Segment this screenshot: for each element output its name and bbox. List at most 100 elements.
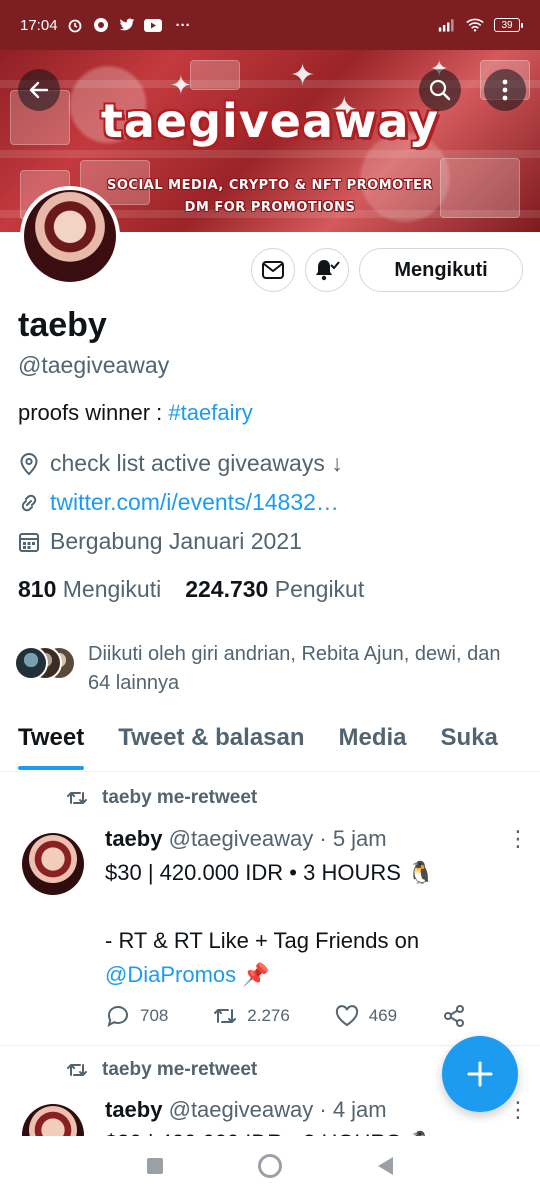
system-nav-bar	[0, 1136, 540, 1200]
message-button[interactable]	[251, 248, 295, 292]
triangle-back-icon	[377, 1156, 393, 1175]
tweet-text: $30 | 420.000 IDR • 3 HOURS 🐧 - RT & RT …	[105, 856, 515, 992]
tweet-more-button[interactable]: ⋮	[507, 1097, 529, 1123]
like-button[interactable]: 469	[335, 1005, 397, 1027]
vertical-dots-icon	[502, 79, 508, 101]
profile-bio: proofs winner : #taefairy	[18, 400, 253, 426]
tweet-author-handle: @taegiveaway	[168, 826, 314, 851]
share-button[interactable]	[442, 1004, 466, 1028]
reply-count: 708	[140, 1006, 169, 1025]
compose-tweet-button[interactable]	[442, 1036, 518, 1112]
followers-label: Pengikut	[274, 576, 365, 602]
tweet-header: taeby @taegiveaway · 5 jam	[105, 826, 387, 852]
followers-stat[interactable]: 224.730 Pengikut	[185, 576, 364, 603]
sparkle-icon: ✦	[290, 59, 316, 92]
status-time: 17:04	[20, 16, 58, 34]
envelope-icon	[262, 261, 284, 279]
retweet-count: 2.276	[247, 1006, 290, 1025]
following-button[interactable]: Mengikuti	[359, 248, 523, 292]
notifications-button[interactable]	[305, 248, 349, 292]
tweet-mention-link[interactable]: @DiaPromos	[105, 962, 236, 987]
square-icon	[147, 1157, 164, 1174]
youtube-icon	[143, 16, 162, 34]
retweet-icon	[214, 1009, 237, 1023]
following-label: Mengikuti	[62, 576, 162, 602]
location-text: check list active giveaways ↓	[50, 450, 343, 476]
mutual-avatar	[14, 646, 48, 680]
tweet-line: $30 | 420.000 IDR • 3 HOURS 🐧	[105, 860, 435, 885]
banner-shelf	[0, 150, 540, 158]
tab-tweet-replies[interactable]: Tweet & balasan	[118, 716, 304, 771]
location-pin-icon	[20, 452, 38, 475]
retweet-indicator: taeby me-retweet	[66, 1059, 257, 1081]
website-link[interactable]: twitter.com/i/events/14832…	[50, 489, 339, 516]
profile-website: twitter.com/i/events/14832…	[18, 489, 339, 516]
followed-by[interactable]: Diikuti oleh giri andrian, Rebita Ajun, …	[14, 640, 524, 698]
tweet-mention-suffix: 📌	[236, 962, 270, 987]
tab-media[interactable]: Media	[339, 716, 407, 771]
tweet-text: $30 | 420.000 IDR • 3 HOURS 🐧	[105, 1126, 515, 1136]
retweet-icon	[67, 1064, 87, 1076]
tweet-line: - RT & RT Like + Tag Friends on	[105, 928, 420, 953]
tweet-actions: 708 2.276 469	[106, 1004, 466, 1028]
joined-text: Bergabung Januari 2021	[50, 528, 302, 554]
retweet-button[interactable]: 2.276	[213, 1006, 290, 1026]
reply-button[interactable]: 708	[106, 1005, 168, 1027]
home-button[interactable]	[257, 1153, 283, 1184]
tweet-author-name: taeby	[105, 1097, 163, 1122]
signal-icon	[438, 16, 456, 34]
following-count: 810	[18, 576, 57, 602]
like-count: 469	[368, 1006, 398, 1025]
retweet-label: taeby me-retweet	[102, 787, 258, 808]
profile-tabs: Tweet Tweet & balasan Media Suka	[0, 716, 540, 772]
bio-text: proofs winner :	[18, 400, 169, 425]
profile-name: taeby	[18, 306, 107, 344]
recents-button[interactable]	[146, 1157, 164, 1180]
tweet-header: taeby @taegiveaway · 4 jam	[105, 1097, 387, 1123]
wifi-icon	[466, 16, 484, 34]
plus-icon	[467, 1061, 493, 1087]
circle-home-icon	[257, 1153, 282, 1178]
tweet-time: · 4 jam	[319, 1097, 387, 1122]
search-icon	[429, 79, 451, 101]
tweet-avatar[interactable]	[22, 833, 84, 895]
retweet-icon	[67, 792, 87, 804]
search-button[interactable]	[419, 69, 461, 111]
status-bar: 17:04 ··· 39	[0, 0, 540, 50]
link-icon	[21, 494, 37, 511]
chrome-icon	[92, 16, 110, 34]
profile-location: check list active giveaways ↓	[18, 450, 343, 477]
back-arrow-icon	[29, 81, 49, 99]
more-options-button[interactable]	[484, 69, 526, 111]
heart-icon	[335, 1005, 358, 1027]
back-button[interactable]	[18, 69, 60, 111]
following-stat[interactable]: 810 Mengikuti	[18, 576, 161, 603]
twitter-icon	[118, 16, 136, 34]
tweet-author-name: taeby	[105, 826, 163, 851]
banner-title: taegiveaway	[100, 94, 440, 148]
alarm-icon	[66, 16, 84, 34]
profile-avatar[interactable]	[20, 186, 120, 286]
reply-icon	[107, 1005, 129, 1027]
bio-hashtag-link[interactable]: #taefairy	[168, 400, 252, 425]
followed-by-text: Diikuti oleh giri andrian, Rebita Ajun, …	[88, 643, 501, 694]
share-icon	[443, 1005, 464, 1027]
battery-icon: 39	[494, 18, 523, 32]
banner-product	[190, 60, 240, 90]
tab-tweet[interactable]: Tweet	[18, 716, 85, 771]
tab-likes[interactable]: Suka	[441, 716, 498, 771]
tweet-author-handle: @taegiveaway	[168, 1097, 314, 1122]
back-nav-button[interactable]	[376, 1156, 394, 1181]
calendar-icon	[19, 532, 39, 552]
retweet-label: taeby me-retweet	[102, 1059, 258, 1080]
mutual-follower-avatars	[14, 646, 78, 680]
tweet-line: @DiaPromos 📌	[105, 958, 515, 992]
followers-count: 224.730	[185, 576, 269, 602]
tweet-time: · 5 jam	[319, 826, 387, 851]
retweet-indicator: taeby me-retweet	[66, 787, 257, 809]
profile-joined: Bergabung Januari 2021	[18, 528, 302, 555]
follow-stats: 810 Mengikuti 224.730 Pengikut	[18, 576, 364, 603]
tweet-more-button[interactable]: ⋮	[507, 826, 529, 852]
status-more-indicator: ···	[175, 16, 191, 34]
profile-handle: @taegiveaway	[18, 352, 170, 378]
